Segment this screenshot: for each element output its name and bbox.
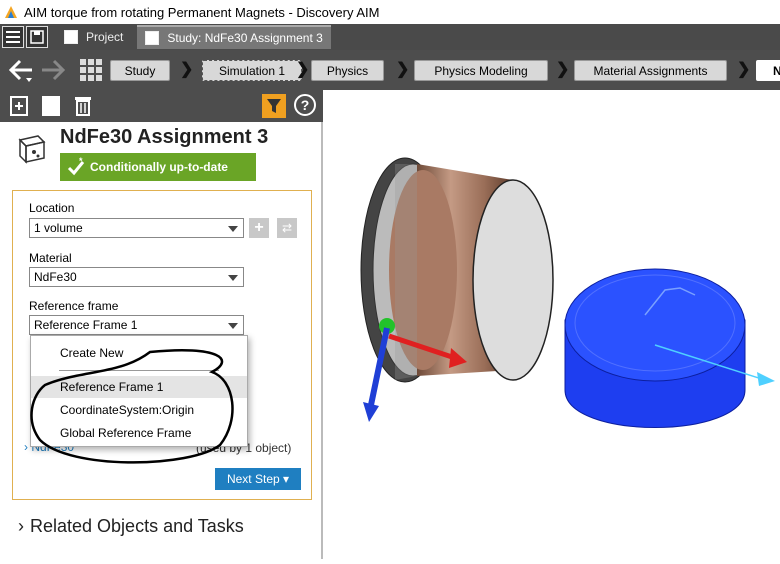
copper-cylinder[interactable] [360, 157, 554, 383]
blue-magnet[interactable] [564, 268, 775, 428]
next-step-label: Next Step ▾ [226, 472, 290, 486]
graphics-viewport[interactable] [325, 90, 780, 559]
model-view [360, 157, 775, 428]
next-step-button[interactable]: Next Step ▾ [215, 468, 301, 490]
